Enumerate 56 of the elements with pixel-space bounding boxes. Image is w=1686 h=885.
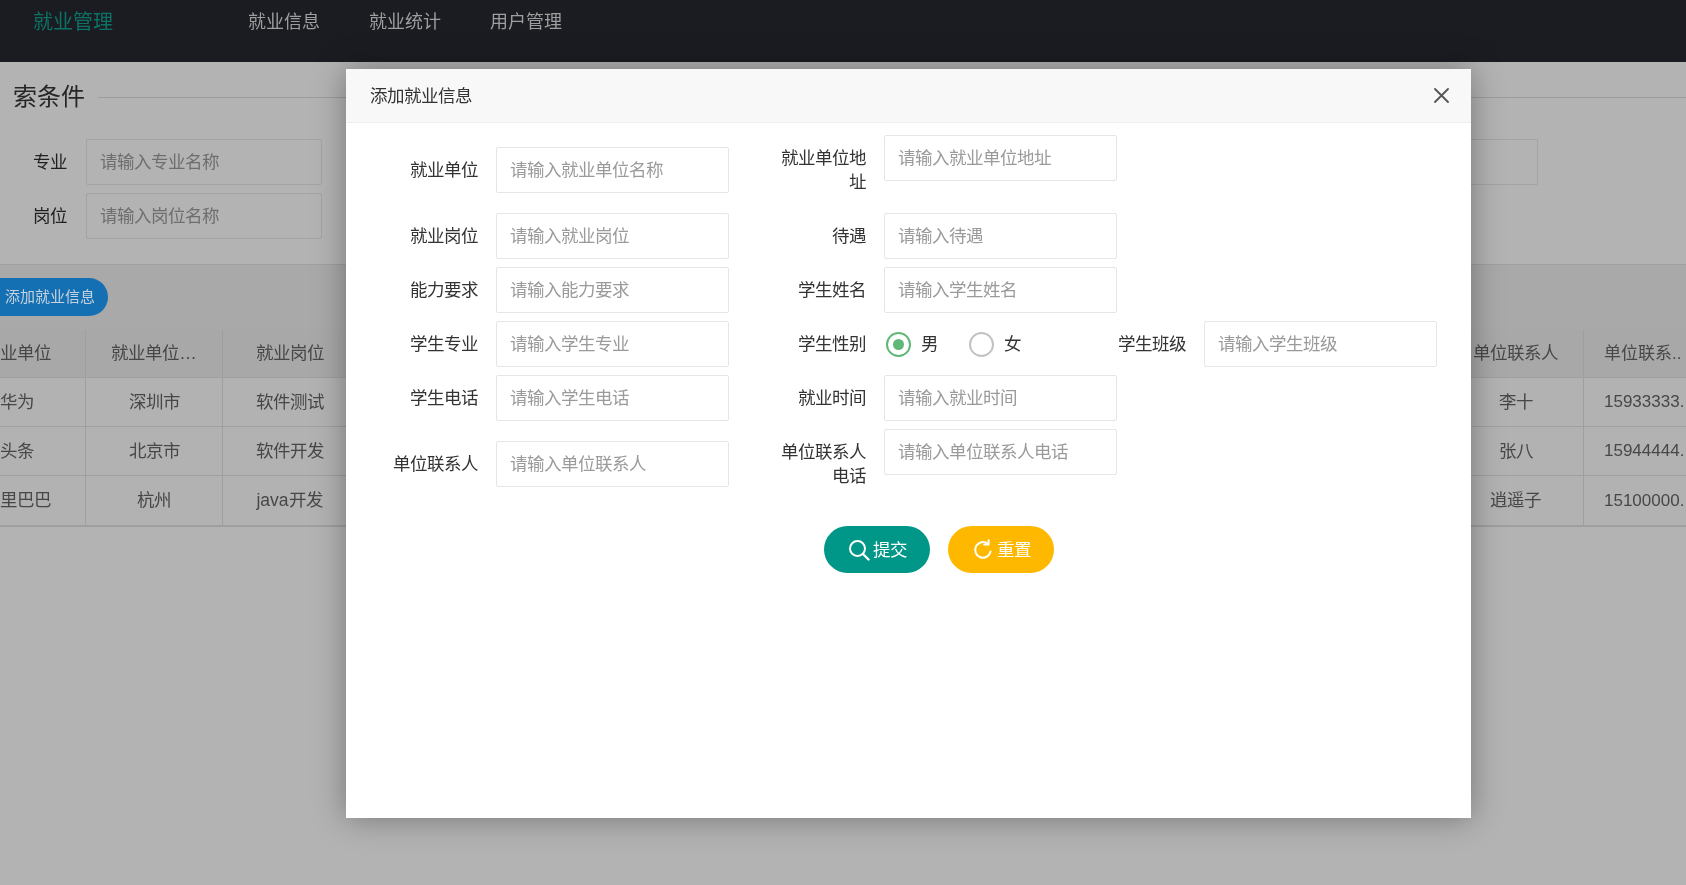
text-input[interactable]: 请输入单位联系人	[496, 441, 729, 487]
submit-button[interactable]: 提交	[824, 526, 930, 573]
field-label: 学生电话	[410, 388, 478, 408]
field-label: 专业	[33, 151, 68, 174]
field-label: 学生性别	[798, 334, 866, 354]
field-label: 就业单位	[410, 160, 478, 180]
table-cell: 北京市	[85, 427, 222, 476]
text-input[interactable]: 请输入就业岗位	[496, 213, 729, 259]
search-input[interactable]: 请输入岗位名称	[86, 193, 322, 239]
column-header: 单位联系..	[1583, 330, 1686, 378]
text-input[interactable]: 请输入单位联系人电话	[884, 429, 1117, 475]
close-icon	[1434, 88, 1449, 103]
column-header: 就业岗位	[222, 330, 346, 378]
column-header: 就业单位…	[85, 330, 222, 378]
text-input[interactable]: 请输入就业单位地址	[884, 135, 1117, 181]
column-header: 单位联系人	[1471, 330, 1583, 378]
table-cell: 15944444.	[1583, 427, 1686, 476]
text-input[interactable]: 请输入能力要求	[496, 267, 729, 313]
table-cell: 深圳市	[85, 378, 222, 427]
search-input[interactable]: 请输入专业名称	[86, 139, 322, 185]
field-label: 就业岗位	[410, 226, 478, 246]
app-logo: 就业管理	[33, 10, 113, 35]
text-input[interactable]: 请输入就业单位名称	[496, 147, 729, 193]
text-input[interactable]: 请输入学生专业	[496, 321, 729, 367]
field-label: 能力要求	[410, 280, 478, 300]
field-label: 就业单位地址	[781, 148, 866, 192]
close-button[interactable]	[1434, 88, 1449, 103]
nav-link[interactable]: 就业信息	[248, 10, 320, 34]
text-input[interactable]: 请输入学生姓名	[884, 267, 1117, 313]
add-button[interactable]: 添加就业信息	[0, 278, 108, 316]
table-cell: 软件开发	[222, 427, 346, 476]
nav-link[interactable]: 就业统计	[369, 10, 441, 34]
field-label: 就业时间	[798, 388, 866, 408]
field-label: 单位联系人	[393, 454, 478, 474]
table-cell: 15933333.	[1583, 378, 1686, 427]
text-input[interactable]: 请输入就业时间	[884, 375, 1117, 421]
radio-option[interactable]: 女	[969, 331, 1021, 357]
text-input[interactable]: 请输入待遇	[884, 213, 1117, 259]
search-input[interactable]	[1471, 139, 1538, 185]
refresh-icon	[971, 538, 994, 561]
column-header: 业单位	[0, 330, 85, 378]
text-input[interactable]: 请输入学生班级	[1204, 321, 1437, 367]
radio-option[interactable]: 男	[886, 331, 938, 357]
field-label: 学生姓名	[798, 280, 866, 300]
field-label: 学生班级	[1118, 334, 1186, 354]
nav-link[interactable]: 用户管理	[490, 10, 562, 34]
field-label: 学生专业	[410, 334, 478, 354]
search-icon	[847, 538, 870, 561]
dialog-title: 添加就业信息	[370, 84, 472, 108]
table-cell: 15100000.	[1583, 476, 1686, 525]
table-cell: 软件测试	[222, 378, 346, 427]
field-label: 岗位	[33, 205, 68, 228]
field-label: 单位联系人电话	[781, 442, 866, 486]
text-input[interactable]: 请输入学生电话	[496, 375, 729, 421]
field-label: 待遇	[832, 226, 866, 246]
section-title: 索条件	[13, 82, 85, 112]
